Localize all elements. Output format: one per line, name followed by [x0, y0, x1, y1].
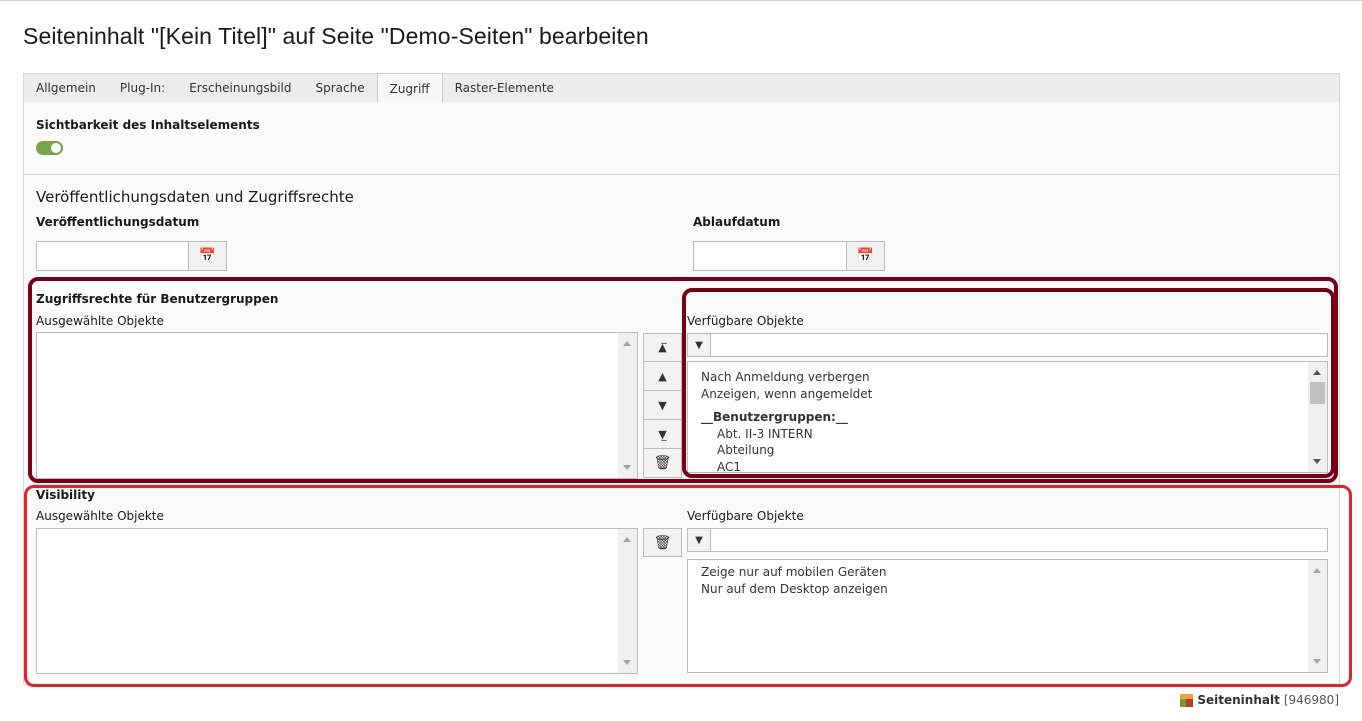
visibility-selected-label: Ausgewählte Objekte	[36, 509, 164, 523]
visibility-available-list[interactable]: Zeige nur auf mobilen Geräten Nur auf de…	[687, 559, 1328, 673]
move-to-bottom-icon: ▼̲	[658, 427, 667, 441]
end-date-calendar-button[interactable]: 📅	[846, 241, 885, 271]
access-selected-label: Ausgewählte Objekte	[36, 314, 164, 328]
scroll-up-arrow-icon[interactable]	[623, 537, 631, 542]
scroll-down-arrow-icon[interactable]	[1313, 659, 1321, 664]
scroll-down-arrow-icon[interactable]	[623, 465, 631, 470]
visibility-filter: ▼	[687, 528, 1328, 552]
visibility-toggle-label: Sichtbarkeit des Inhaltselements	[36, 118, 260, 132]
access-selected-list[interactable]	[36, 332, 638, 479]
scrollbar[interactable]	[618, 529, 637, 673]
scroll-up-arrow-icon[interactable]	[623, 341, 631, 346]
scroll-thumb[interactable]	[1310, 382, 1325, 404]
list-item[interactable]: AC1	[688, 459, 1327, 473]
toggle-knob	[51, 143, 61, 153]
scroll-down-arrow-icon[interactable]	[623, 660, 631, 665]
record-type: Seiteninhalt	[1197, 693, 1280, 707]
visibility-toggle[interactable]	[36, 141, 63, 155]
tab-erscheinungsbild[interactable]: Erscheinungsbild	[177, 74, 303, 102]
list-item[interactable]: Nach Anmeldung verbergen	[688, 369, 1327, 386]
list-item[interactable]: Abteilung	[688, 442, 1327, 459]
calendar-icon: 📅	[856, 248, 875, 264]
tab-plugin[interactable]: Plug-In:	[108, 74, 177, 102]
move-down-icon: ▼	[658, 398, 667, 412]
move-to-top-button[interactable]: ▲̅	[643, 333, 682, 362]
move-to-bottom-button[interactable]: ▼̲	[643, 420, 682, 449]
tab-sprache[interactable]: Sprache	[303, 74, 376, 102]
publishing-heading: Veröffentlichungsdaten und Zugriffsrecht…	[36, 188, 354, 206]
scrollbar[interactable]	[618, 333, 637, 478]
remove-button[interactable]: 🗑	[643, 528, 682, 557]
move-to-top-icon: ▲̅	[658, 341, 667, 354]
end-date-input[interactable]	[693, 241, 847, 271]
move-down-button[interactable]: ▼	[643, 391, 682, 420]
remove-button[interactable]: 🗑	[643, 449, 682, 478]
visibility-button-column: 🗑	[643, 528, 682, 557]
page-title: Seiteninhalt "[Kein Titel]" auf Seite "D…	[23, 23, 649, 49]
calendar-icon: 📅	[198, 248, 217, 264]
tab-bar: Allgemein Plug-In: Erscheinungsbild Spra…	[23, 73, 1340, 103]
start-date-calendar-button[interactable]: 📅	[188, 241, 227, 271]
visibility-filter-input[interactable]	[711, 528, 1328, 552]
access-filter: ▼	[687, 333, 1328, 357]
scroll-down-arrow-icon[interactable]	[1313, 459, 1321, 464]
tab-allgemein[interactable]: Allgemein	[24, 74, 108, 102]
filter-icon: ▼	[687, 528, 711, 552]
end-date-label: Ablaufdatum	[693, 215, 781, 229]
scrollbar[interactable]	[1308, 560, 1327, 672]
content-element-icon	[1180, 693, 1194, 707]
list-item[interactable]: Nur auf dem Desktop anzeigen	[688, 581, 1327, 598]
list-item[interactable]: Anzeigen, wenn angemeldet	[688, 386, 1327, 403]
scroll-up-arrow-icon[interactable]	[1313, 568, 1321, 573]
access-available-label: Verfügbare Objekte	[687, 314, 804, 328]
tab-raster-elemente[interactable]: Raster-Elemente	[443, 74, 566, 102]
list-item[interactable]: Abt. II-3 INTERN	[688, 426, 1327, 443]
section-divider	[24, 174, 1339, 175]
access-filter-input[interactable]	[711, 333, 1328, 357]
trash-icon: 🗑	[653, 534, 672, 551]
filter-icon: ▼	[687, 333, 711, 357]
start-date-input[interactable]	[36, 241, 189, 271]
scrollbar[interactable]	[1308, 362, 1327, 472]
record-info: Seiteninhalt [946980]	[1180, 693, 1339, 707]
trash-icon: 🗑	[653, 455, 672, 471]
scroll-up-arrow-icon[interactable]	[1313, 370, 1321, 375]
list-item[interactable]: Zeige nur auf mobilen Geräten	[688, 564, 1327, 581]
tab-panel-zugriff: Sichtbarkeit des Inhaltselements Veröffe…	[23, 102, 1340, 685]
access-groups-label: Zugriffsrechte für Benutzergruppen	[36, 292, 279, 306]
start-date-label: Veröffentlichungsdatum	[36, 215, 200, 229]
record-id: [946980]	[1283, 693, 1339, 707]
visibility-available-label: Verfügbare Objekte	[687, 509, 804, 523]
access-button-column: ▲̅ ▲ ▼ ▼̲ 🗑	[643, 333, 682, 478]
tab-zugriff[interactable]: Zugriff	[376, 73, 443, 103]
list-group-header: __Benutzergruppen:__	[701, 410, 848, 424]
visibility-label: Visibility	[36, 488, 95, 502]
access-available-list[interactable]: Nach Anmeldung verbergen Anzeigen, wenn …	[687, 361, 1328, 473]
move-up-icon: ▲	[658, 369, 667, 383]
move-up-button[interactable]: ▲	[643, 362, 682, 391]
visibility-selected-list[interactable]	[36, 528, 638, 674]
